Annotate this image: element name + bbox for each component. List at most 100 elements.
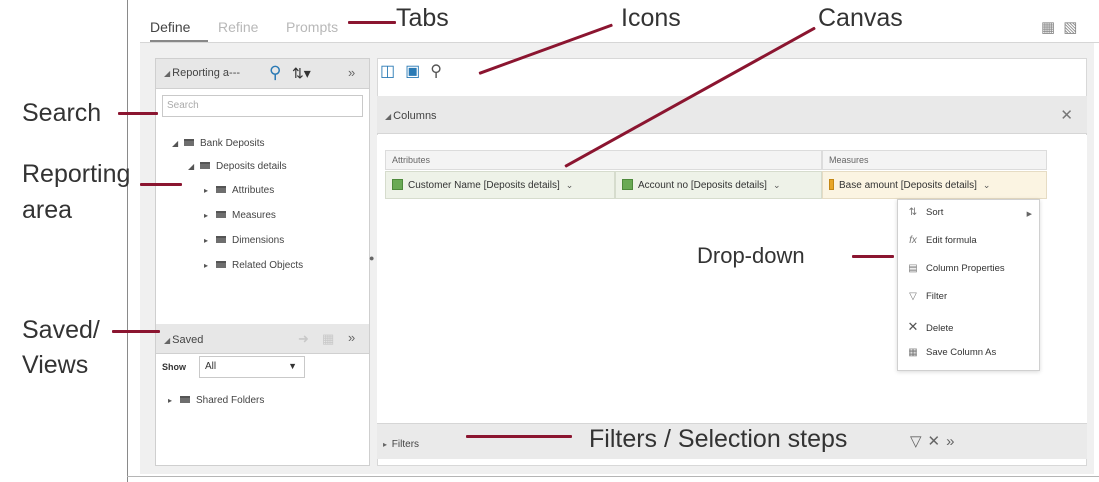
menu-item-filter[interactable]: ▽ Filter <box>906 291 947 302</box>
filters-toolbar: ▽✕» <box>910 432 960 450</box>
columns-header: ◢ Columns ✕ <box>377 96 1087 134</box>
tree-item-bank-deposits[interactable]: ◢ Bank Deposits <box>172 138 264 149</box>
chevron-down-icon[interactable]: ⌄ <box>773 180 781 190</box>
screenshot-frame-bottom <box>127 476 1099 477</box>
callout-saved-line2: Views <box>22 351 89 379</box>
save-icon[interactable]: ▦ <box>1041 19 1063 36</box>
tree-item-attributes[interactable]: ▸ Attributes <box>204 185 274 196</box>
save-toolbar: ▦▧ <box>1041 18 1085 36</box>
attribute-column-icon <box>392 179 403 190</box>
left-panel: ◢ Reporting a--- ⚲ ⇅▾ » Search ◢ Bank Depo… <box>155 58 370 466</box>
saved-header: ◢ Saved ➜ ▦ » <box>156 324 369 354</box>
callout-search: Search <box>22 99 102 127</box>
menu-item-edit-formula[interactable]: fx Edit formula <box>906 235 977 246</box>
tree-item-related-objects[interactable]: ▸ Related Objects <box>204 260 303 271</box>
callout-filters: Filters / Selection steps <box>589 425 848 453</box>
save-icon: ▦ <box>908 347 918 358</box>
column-customer-name[interactable]: Customer Name [Deposits details] ⌄ <box>385 171 615 199</box>
collapsed-arrow-icon[interactable]: ▸ <box>168 396 180 405</box>
search-icon[interactable]: ⚲ <box>269 63 281 83</box>
folder-icon <box>180 395 190 403</box>
collapsed-arrow-icon[interactable]: ▸ <box>204 236 216 245</box>
tree-item-measures[interactable]: ▸ Measures <box>204 210 276 221</box>
leader-reporting <box>140 183 182 186</box>
submenu-arrow-icon: ▶ <box>1026 211 1032 218</box>
chevron-down-icon: ▼ <box>288 361 297 371</box>
columns-title[interactable]: ◢ Columns <box>385 110 437 122</box>
zoom-search-icon[interactable]: ⚲ <box>430 63 442 80</box>
saved-title[interactable]: ◢ Saved <box>164 334 203 346</box>
expand-icon[interactable]: » <box>946 433 960 450</box>
chevron-down-icon[interactable]: ⌄ <box>566 180 574 190</box>
tree-item-shared-folders[interactable]: ▸ Shared Folders <box>168 395 264 406</box>
expand-icon[interactable]: » <box>348 65 355 80</box>
move-icon[interactable]: ➜ <box>298 331 309 347</box>
tree-item-deposits-details[interactable]: ◢ Deposits details <box>188 161 287 172</box>
canvas-toolbar: ◫ ▣ ⚲ <box>380 61 452 81</box>
remove-all-columns-icon[interactable]: ✕ <box>1060 106 1073 124</box>
chevron-down-icon[interactable]: ⌄ <box>983 180 991 190</box>
sort-icon: ⇅ <box>908 207 918 218</box>
menu-item-save-column-as[interactable]: ▦ Save Column As <box>906 347 996 358</box>
column-properties-icon: ▤ <box>908 263 918 274</box>
screenshot-frame-left <box>127 0 128 482</box>
filter-icon: ▽ <box>909 291 917 302</box>
callout-icons: Icons <box>621 4 681 32</box>
folder-icon <box>200 161 210 169</box>
callout-reporting-line1: Reporting <box>22 160 131 188</box>
show-select[interactable]: All ▼ <box>199 356 305 378</box>
leader-tabs <box>348 21 396 24</box>
save-as-icon[interactable]: ▧ <box>1063 19 1085 36</box>
tab-bar <box>135 0 1099 44</box>
menu-item-sort[interactable]: ⇅ Sort <box>906 207 1034 218</box>
callout-saved-line1: Saved/ <box>22 316 100 344</box>
delete-icon: ✕ <box>907 319 919 334</box>
search-input[interactable]: Search <box>162 95 363 117</box>
collapsed-arrow-icon[interactable]: ▸ <box>204 211 216 220</box>
menu-item-delete[interactable]: ✕ Delete <box>906 319 954 335</box>
add-filter-icon[interactable]: ▽ <box>910 433 928 450</box>
callout-reporting-line2: area <box>22 196 73 224</box>
column-account-no[interactable]: Account no [Deposits details] ⌄ <box>615 171 822 199</box>
save-view-icon[interactable]: ▦ <box>322 331 334 347</box>
callout-tabs: Tabs <box>396 4 449 32</box>
collapsed-arrow-icon[interactable]: ▸ <box>204 186 216 195</box>
menu-item-column-properties[interactable]: ▤ Column Properties <box>906 263 1004 274</box>
leader-saved <box>112 330 160 333</box>
expand-icon[interactable]: » <box>348 330 355 345</box>
remove-filters-icon[interactable]: ✕ <box>928 433 947 450</box>
filters-title[interactable]: ▸ Filters <box>383 439 419 450</box>
show-label: Show <box>162 362 186 372</box>
leader-filters <box>466 435 572 438</box>
folder-icon <box>216 210 226 218</box>
measures-group-header: Measures <box>822 150 1047 170</box>
tab-define[interactable]: Define <box>150 19 190 35</box>
reporting-area-header: ◢ Reporting a--- ⚲ ⇅▾ » <box>156 59 369 89</box>
column-base-amount[interactable]: Base amount [Deposits details] ⌄ <box>822 171 1047 199</box>
column-dropdown-menu: ⇅ Sort ▶ fx Edit formula ▤ Column Propertie… <box>897 199 1040 371</box>
folder-icon <box>216 260 226 268</box>
expanded-arrow-icon[interactable]: ◢ <box>188 162 200 171</box>
filter-toggle-icon[interactable]: ◫ <box>380 63 395 80</box>
collapsed-arrow-icon[interactable]: ▸ <box>204 261 216 270</box>
expanded-arrow-icon[interactable]: ◢ <box>172 139 184 148</box>
attributes-group-header: Attributes <box>385 150 822 170</box>
leader-dropdown <box>852 255 894 258</box>
measure-column-icon <box>829 179 834 190</box>
panel-splitter-handle[interactable]: ● <box>369 253 374 263</box>
tab-refine[interactable]: Refine <box>218 19 258 35</box>
sort-icon[interactable]: ⇅▾ <box>292 65 311 82</box>
folder-icon <box>184 138 194 146</box>
callout-canvas: Canvas <box>818 4 903 32</box>
show-select-value: All <box>205 361 217 372</box>
folder-icon <box>216 235 226 243</box>
reporting-area-title[interactable]: ◢ Reporting a--- <box>164 67 240 79</box>
attribute-column-icon <box>622 179 633 190</box>
callout-dropdown: Drop-down <box>697 243 805 268</box>
leader-search <box>118 112 158 115</box>
edit-formula-icon[interactable]: ▣ <box>405 63 420 80</box>
formula-icon: fx <box>909 235 917 246</box>
tree-item-dimensions[interactable]: ▸ Dimensions <box>204 235 284 246</box>
folder-icon <box>216 185 226 193</box>
tab-prompts[interactable]: Prompts <box>286 19 338 35</box>
